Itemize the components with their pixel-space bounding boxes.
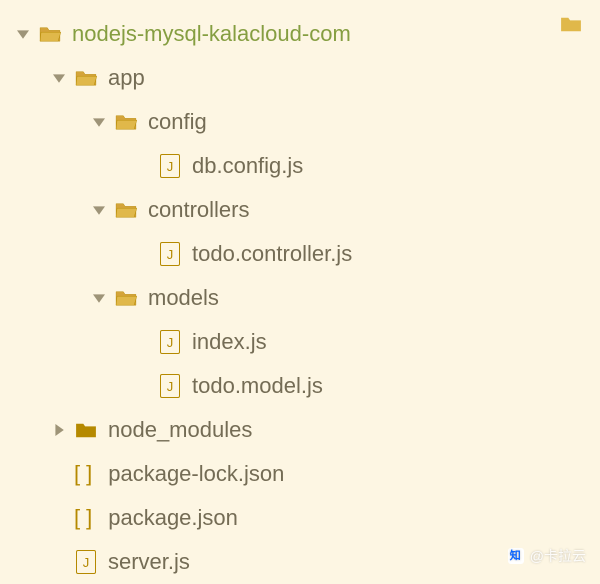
folder-open-icon [74, 66, 98, 90]
chevron-right-icon [50, 421, 68, 439]
tree-label: server.js [108, 549, 190, 575]
chevron-down-icon [90, 113, 108, 131]
tree-label: package.json [108, 505, 238, 531]
file-js-icon [158, 374, 182, 398]
file-js-icon [158, 242, 182, 266]
tree-label: db.config.js [192, 153, 303, 179]
tree-row-folder[interactable]: controllers [12, 188, 600, 232]
tree-label: package-lock.json [108, 461, 284, 487]
tree-row-file[interactable]: db.config.js [12, 144, 600, 188]
chevron-down-icon [50, 69, 68, 87]
tree-label: node_modules [108, 417, 252, 443]
chevron-down-icon [14, 25, 32, 43]
tree-label: index.js [192, 329, 267, 355]
file-json-icon: [] [74, 505, 98, 531]
tree-label: todo.controller.js [192, 241, 352, 267]
tree-row-root[interactable]: nodejs-mysql-kalacloud-com [12, 12, 600, 56]
folder-open-icon [114, 198, 138, 222]
folder-open-icon [114, 110, 138, 134]
folder-closed-icon [74, 418, 98, 442]
tree-label: todo.model.js [192, 373, 323, 399]
tree-row-folder[interactable]: app [12, 56, 600, 100]
tree-label: nodejs-mysql-kalacloud-com [72, 21, 351, 47]
folder-open-icon [114, 286, 138, 310]
file-js-icon [74, 550, 98, 574]
file-json-icon: [] [74, 461, 98, 487]
watermark-text: @卡拉云 [530, 546, 586, 566]
tree-label: controllers [148, 197, 249, 223]
tree-row-file[interactable]: todo.model.js [12, 364, 600, 408]
folder-icon-right [560, 15, 582, 38]
file-js-icon [158, 330, 182, 354]
tree-row-file[interactable]: todo.controller.js [12, 232, 600, 276]
folder-open-icon [38, 22, 62, 46]
tree-row-folder[interactable]: models [12, 276, 600, 320]
tree-row-folder[interactable]: config [12, 100, 600, 144]
chevron-down-icon [90, 201, 108, 219]
chevron-down-icon [90, 289, 108, 307]
file-tree: nodejs-mysql-kalacloud-com app config db… [0, 0, 600, 584]
tree-label: config [148, 109, 207, 135]
tree-row-folder[interactable]: node_modules [12, 408, 600, 452]
tree-row-file[interactable]: [] package-lock.json [12, 452, 600, 496]
tree-row-file[interactable]: index.js [12, 320, 600, 364]
tree-label: models [148, 285, 219, 311]
zhihu-logo-icon [508, 548, 524, 564]
watermark: @卡拉云 [508, 546, 586, 566]
tree-label: app [108, 65, 145, 91]
tree-row-file[interactable]: [] package.json [12, 496, 600, 540]
file-js-icon [158, 154, 182, 178]
